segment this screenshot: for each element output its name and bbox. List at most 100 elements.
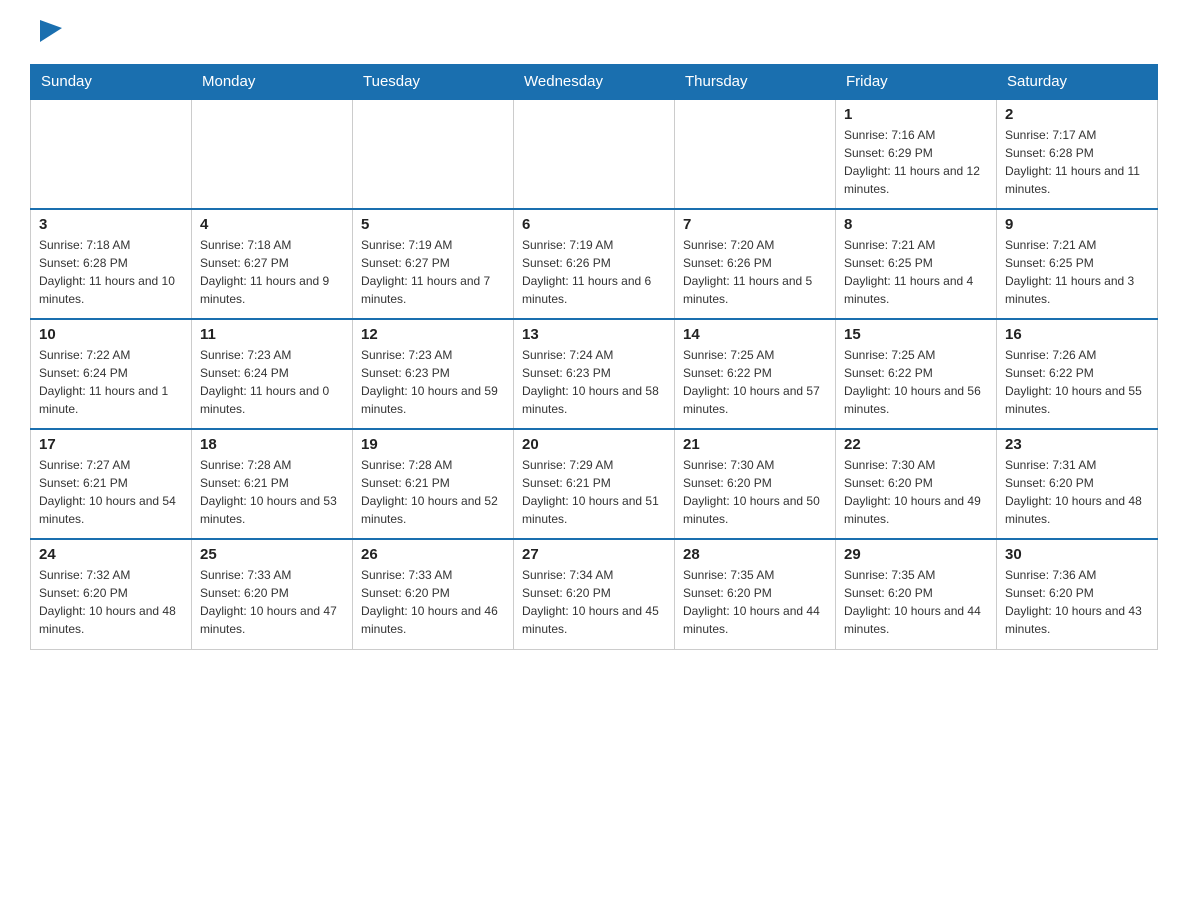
column-header-saturday: Saturday	[997, 65, 1158, 100]
calendar-cell: 2 Sunrise: 7:17 AM Sunset: 6:28 PM Daylig…	[997, 99, 1158, 209]
column-header-monday: Monday	[192, 65, 353, 100]
day-number: 2	[1005, 106, 1149, 123]
day-info: Sunrise: 7:32 AM Sunset: 6:20 PM Dayligh…	[39, 566, 183, 638]
calendar-cell	[192, 99, 353, 209]
calendar-cell: 1 Sunrise: 7:16 AM Sunset: 6:29 PM Daylig…	[836, 99, 997, 209]
column-header-friday: Friday	[836, 65, 997, 100]
calendar-week-5: 24 Sunrise: 7:32 AM Sunset: 6:20 PM Dayli…	[31, 539, 1158, 649]
calendar-cell: 15 Sunrise: 7:25 AM Sunset: 6:22 PM Dayli…	[836, 319, 997, 429]
calendar-cell: 26Sunrise: 7:33 AM Sunset: 6:20 PM Dayli…	[353, 539, 514, 649]
day-info: Sunrise: 7:30 AM Sunset: 6:20 PM Dayligh…	[844, 456, 988, 528]
day-info: Sunrise: 7:25 AM Sunset: 6:22 PM Dayligh…	[683, 346, 827, 418]
day-info: Sunrise: 7:24 AM Sunset: 6:23 PM Dayligh…	[522, 346, 666, 418]
calendar-cell	[675, 99, 836, 209]
day-number: 1	[844, 106, 988, 123]
calendar-cell: 21Sunrise: 7:30 AM Sunset: 6:20 PM Dayli…	[675, 429, 836, 539]
day-info: Sunrise: 7:18 AM Sunset: 6:27 PM Dayligh…	[200, 236, 344, 308]
day-number: 18	[200, 436, 344, 453]
day-info: Sunrise: 7:28 AM Sunset: 6:21 PM Dayligh…	[200, 456, 344, 528]
day-number: 30	[1005, 546, 1149, 563]
day-number: 14	[683, 326, 827, 343]
column-header-wednesday: Wednesday	[514, 65, 675, 100]
day-number: 8	[844, 216, 988, 233]
day-number: 23	[1005, 436, 1149, 453]
day-info: Sunrise: 7:22 AM Sunset: 6:24 PM Dayligh…	[39, 346, 183, 418]
calendar-cell: 14 Sunrise: 7:25 AM Sunset: 6:22 PM Dayli…	[675, 319, 836, 429]
day-info: Sunrise: 7:28 AM Sunset: 6:21 PM Dayligh…	[361, 456, 505, 528]
logo-arrow-icon	[40, 20, 62, 42]
day-number: 27	[522, 546, 666, 563]
calendar-cell: 17Sunrise: 7:27 AM Sunset: 6:21 PM Dayli…	[31, 429, 192, 539]
calendar-cell: 11 Sunrise: 7:23 AM Sunset: 6:24 PM Dayli…	[192, 319, 353, 429]
day-number: 13	[522, 326, 666, 343]
calendar-body: 1 Sunrise: 7:16 AM Sunset: 6:29 PM Daylig…	[31, 99, 1158, 649]
day-info: Sunrise: 7:18 AM Sunset: 6:28 PM Dayligh…	[39, 236, 183, 308]
day-number: 7	[683, 216, 827, 233]
day-number: 20	[522, 436, 666, 453]
calendar-cell: 24 Sunrise: 7:32 AM Sunset: 6:20 PM Dayli…	[31, 539, 192, 649]
calendar-week-2: 3 Sunrise: 7:18 AM Sunset: 6:28 PM Daylig…	[31, 209, 1158, 319]
day-number: 11	[200, 326, 344, 343]
day-number: 3	[39, 216, 183, 233]
day-info: Sunrise: 7:25 AM Sunset: 6:22 PM Dayligh…	[844, 346, 988, 418]
day-number: 22	[844, 436, 988, 453]
calendar-cell: 18 Sunrise: 7:28 AM Sunset: 6:21 PM Dayli…	[192, 429, 353, 539]
column-header-thursday: Thursday	[675, 65, 836, 100]
calendar-cell: 3 Sunrise: 7:18 AM Sunset: 6:28 PM Daylig…	[31, 209, 192, 319]
day-number: 17	[39, 436, 183, 453]
day-info: Sunrise: 7:35 AM Sunset: 6:20 PM Dayligh…	[844, 566, 988, 638]
calendar-table: SundayMondayTuesdayWednesdayThursdayFrid…	[30, 64, 1158, 650]
calendar-cell: 5 Sunrise: 7:19 AM Sunset: 6:27 PM Daylig…	[353, 209, 514, 319]
calendar-week-3: 10 Sunrise: 7:22 AM Sunset: 6:24 PM Dayli…	[31, 319, 1158, 429]
page-header	[30, 20, 1158, 54]
calendar-cell: 23 Sunrise: 7:31 AM Sunset: 6:20 PM Dayli…	[997, 429, 1158, 539]
day-number: 10	[39, 326, 183, 343]
calendar-week-1: 1 Sunrise: 7:16 AM Sunset: 6:29 PM Daylig…	[31, 99, 1158, 209]
day-number: 4	[200, 216, 344, 233]
day-number: 5	[361, 216, 505, 233]
day-info: Sunrise: 7:29 AM Sunset: 6:21 PM Dayligh…	[522, 456, 666, 528]
day-info: Sunrise: 7:31 AM Sunset: 6:20 PM Dayligh…	[1005, 456, 1149, 528]
day-info: Sunrise: 7:35 AM Sunset: 6:20 PM Dayligh…	[683, 566, 827, 638]
day-number: 15	[844, 326, 988, 343]
calendar-cell: 16 Sunrise: 7:26 AM Sunset: 6:22 PM Dayli…	[997, 319, 1158, 429]
calendar-cell: 13 Sunrise: 7:24 AM Sunset: 6:23 PM Dayli…	[514, 319, 675, 429]
day-info: Sunrise: 7:33 AM Sunset: 6:20 PM Dayligh…	[361, 566, 505, 638]
day-number: 6	[522, 216, 666, 233]
day-info: Sunrise: 7:26 AM Sunset: 6:22 PM Dayligh…	[1005, 346, 1149, 418]
day-info: Sunrise: 7:23 AM Sunset: 6:24 PM Dayligh…	[200, 346, 344, 418]
day-info: Sunrise: 7:21 AM Sunset: 6:25 PM Dayligh…	[844, 236, 988, 308]
calendar-cell: 30Sunrise: 7:36 AM Sunset: 6:20 PM Dayli…	[997, 539, 1158, 649]
calendar-cell	[31, 99, 192, 209]
day-number: 28	[683, 546, 827, 563]
logo	[30, 20, 60, 54]
calendar-cell: 29 Sunrise: 7:35 AM Sunset: 6:20 PM Dayli…	[836, 539, 997, 649]
calendar-cell: 28 Sunrise: 7:35 AM Sunset: 6:20 PM Dayli…	[675, 539, 836, 649]
calendar-cell	[514, 99, 675, 209]
calendar-cell: 10 Sunrise: 7:22 AM Sunset: 6:24 PM Dayli…	[31, 319, 192, 429]
day-info: Sunrise: 7:23 AM Sunset: 6:23 PM Dayligh…	[361, 346, 505, 418]
calendar-cell: 27 Sunrise: 7:34 AM Sunset: 6:20 PM Dayli…	[514, 539, 675, 649]
day-info: Sunrise: 7:16 AM Sunset: 6:29 PM Dayligh…	[844, 126, 988, 198]
day-info: Sunrise: 7:21 AM Sunset: 6:25 PM Dayligh…	[1005, 236, 1149, 308]
calendar-cell: 7 Sunrise: 7:20 AM Sunset: 6:26 PM Daylig…	[675, 209, 836, 319]
day-info: Sunrise: 7:19 AM Sunset: 6:27 PM Dayligh…	[361, 236, 505, 308]
calendar-cell: 4 Sunrise: 7:18 AM Sunset: 6:27 PM Daylig…	[192, 209, 353, 319]
day-info: Sunrise: 7:20 AM Sunset: 6:26 PM Dayligh…	[683, 236, 827, 308]
day-number: 24	[39, 546, 183, 563]
day-number: 25	[200, 546, 344, 563]
column-header-sunday: Sunday	[31, 65, 192, 100]
day-number: 9	[1005, 216, 1149, 233]
day-number: 29	[844, 546, 988, 563]
day-number: 21	[683, 436, 827, 453]
calendar-cell: 12 Sunrise: 7:23 AM Sunset: 6:23 PM Dayli…	[353, 319, 514, 429]
calendar-cell: 8 Sunrise: 7:21 AM Sunset: 6:25 PM Daylig…	[836, 209, 997, 319]
day-info: Sunrise: 7:17 AM Sunset: 6:28 PM Dayligh…	[1005, 126, 1149, 198]
day-info: Sunrise: 7:34 AM Sunset: 6:20 PM Dayligh…	[522, 566, 666, 638]
day-info: Sunrise: 7:19 AM Sunset: 6:26 PM Dayligh…	[522, 236, 666, 308]
calendar-cell: 25Sunrise: 7:33 AM Sunset: 6:20 PM Dayli…	[192, 539, 353, 649]
calendar-cell: 20 Sunrise: 7:29 AM Sunset: 6:21 PM Dayli…	[514, 429, 675, 539]
calendar-cell: 9 Sunrise: 7:21 AM Sunset: 6:25 PM Daylig…	[997, 209, 1158, 319]
day-number: 16	[1005, 326, 1149, 343]
day-number: 12	[361, 326, 505, 343]
